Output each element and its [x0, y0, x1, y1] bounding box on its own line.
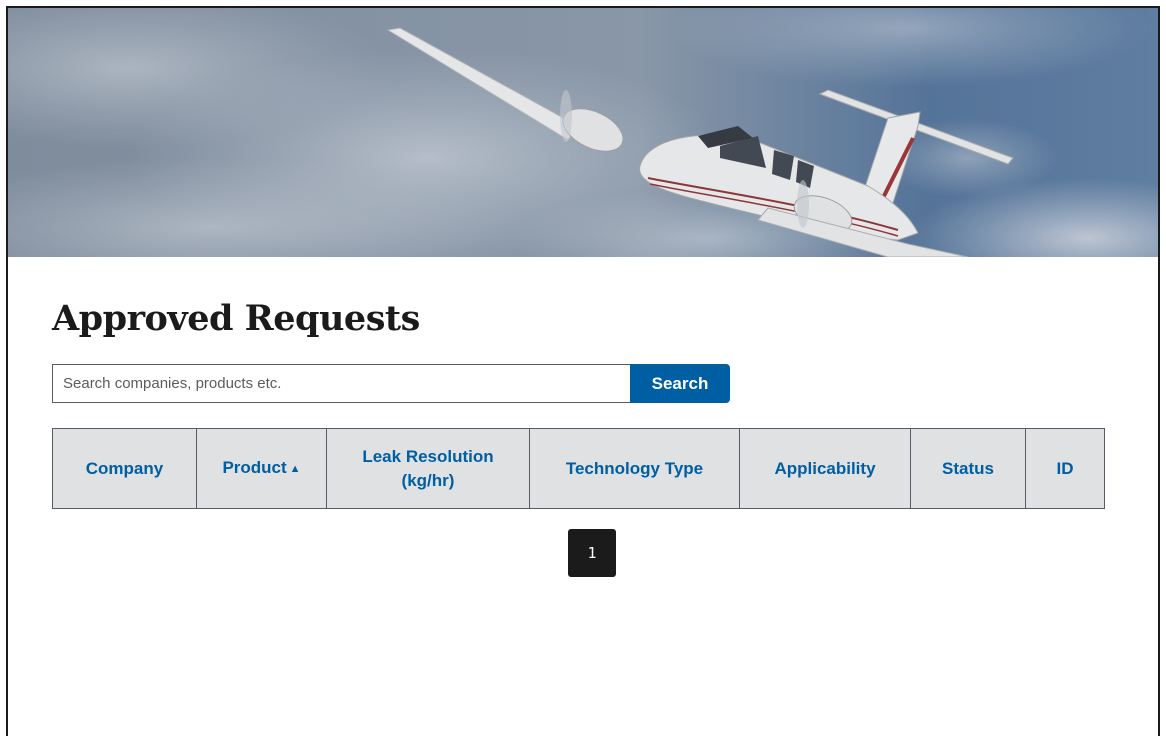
pagination-page-button[interactable]: 1 [568, 529, 616, 577]
column-header-label: Product [222, 458, 287, 477]
column-header-label: Applicability [774, 458, 876, 478]
hero-banner [8, 8, 1158, 257]
column-header-id[interactable]: ID [1025, 428, 1105, 509]
airplane-hero-image [8, 8, 1158, 257]
column-header-label: Company [85, 458, 164, 478]
column-header-technology-type[interactable]: Technology Type [529, 428, 740, 509]
results-table: Company Product ▲ Leak Resolution (kg/hr)… [52, 428, 1105, 509]
column-header-label: Status [942, 458, 994, 478]
column-header-status[interactable]: Status [910, 428, 1026, 509]
table-header-row: Company Product ▲ Leak Resolution (kg/hr)… [52, 428, 1105, 509]
column-header-product[interactable]: Product ▲ [196, 428, 327, 509]
search-button[interactable]: Search [630, 364, 730, 403]
column-header-leak-resolution[interactable]: Leak Resolution (kg/hr) [326, 428, 530, 509]
sort-ascending-icon: ▲ [289, 463, 301, 475]
page-title: Approved Requests [52, 298, 420, 339]
search-input[interactable] [52, 364, 630, 403]
column-header-label: ID [1056, 458, 1074, 478]
column-header-label: Leak Resolution (kg/hr) [362, 446, 494, 490]
column-header-applicability[interactable]: Applicability [739, 428, 911, 509]
column-header-label: Technology Type [565, 458, 704, 478]
column-header-company[interactable]: Company [52, 428, 197, 509]
page-frame: Approved Requests Search Company Product… [6, 6, 1160, 736]
